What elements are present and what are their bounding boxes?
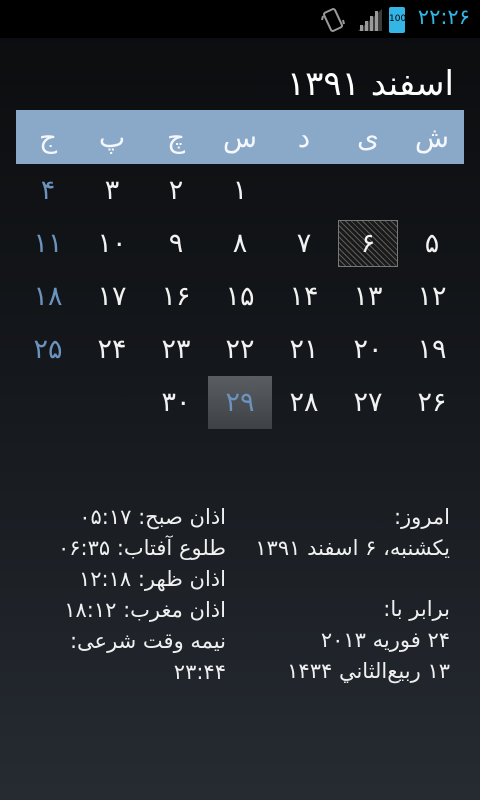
prayer-fajr: اذان صبح: ۰۵:۱۷ (79, 505, 226, 529)
day-cell[interactable]: ۲۷ (336, 376, 400, 429)
day-cell[interactable]: ۱۳ (336, 270, 400, 323)
day-cell[interactable]: ۲۲ (208, 323, 272, 376)
day-cell[interactable]: ۷ (272, 217, 336, 270)
week-row: ۵ ۶ ۷ ۸ ۹ ۱۰ ۱۱ (16, 217, 464, 270)
day-cell[interactable]: ۲۰ (336, 323, 400, 376)
weekday-sunday: ی (357, 120, 379, 154)
day-cell[interactable]: ۶ (338, 220, 398, 267)
day-cell[interactable]: ۲۶ (400, 376, 464, 429)
day-cell[interactable]: ۱۵ (208, 270, 272, 323)
day-cell[interactable]: ۳۰ (144, 376, 208, 429)
prayer-times: اذان صبح: ۰۵:۱۷ طلوع آفتاب: ۰۶:۳۵ اذان ظ… (18, 502, 226, 688)
weekday-monday: د (297, 120, 311, 154)
day-cell[interactable]: ۲۸ (272, 376, 336, 429)
prayer-dhuhr: اذان ظهر: ۱۲:۱۸ (78, 567, 226, 591)
gregorian-date: ۲۴ فوریه ۲۰۱۳ (320, 628, 450, 652)
equal-label: برابر با: (383, 597, 450, 621)
battery-level: 100 (389, 14, 407, 24)
empty-day-cell (80, 376, 144, 429)
day-cell[interactable]: ۱۰ (80, 217, 144, 270)
empty-day-cell (400, 164, 464, 217)
prayer-midnight: نیمه وقت شرعی: ۲۳:۴۴ (69, 629, 226, 684)
day-cell[interactable]: ۸ (208, 217, 272, 270)
day-cell[interactable]: ۳ (80, 164, 144, 217)
calendar-weeks: ۱ ۲ ۳ ۴ ۵ ۶ ۷ ۸ ۹ ۱۰ ۱۱ ۱۲ ۱۳ ۱۴ ۱۵ ۱۶ ۱۷ ۱۸ ۱۹ ۲۰ ۲۱ ۲۲ ۲۳ ۲۴ ۲… (16, 164, 464, 429)
battery-icon: 100 (389, 7, 407, 33)
day-cell[interactable]: ۲ (144, 164, 208, 217)
day-cell[interactable]: ۱ (208, 164, 272, 217)
week-row: ۱۲۳۴ (16, 164, 464, 217)
day-cell[interactable]: ۹ (144, 217, 208, 270)
week-row: ۱۹ ۲۰ ۲۱ ۲۲ ۲۳ ۲۴ ۲۵ (16, 323, 464, 376)
status-bar: 100 ۲۲:۲۶ (0, 0, 480, 38)
day-cell[interactable]: ۱۸ (16, 270, 80, 323)
day-cell[interactable]: ۲۴ (80, 323, 144, 376)
day-cell[interactable]: ۱۶ (144, 270, 208, 323)
day-cell[interactable]: ۱۹ (400, 323, 464, 376)
weekday-thursday: پ (98, 120, 126, 154)
today-value: یکشنبه، ۶ اسفند ۱۳۹۱ (255, 536, 450, 560)
weekday-friday: ج (38, 120, 58, 154)
month-title: اسفند ۱۳۹۱ (286, 64, 454, 104)
prayer-maghrib: اذان مغرب: ۱۸:۱۲ (64, 598, 226, 622)
empty-day-cell (336, 164, 400, 217)
vibrate-icon (321, 8, 345, 32)
hijri-date: ۱۳ ربیع‌الثاني ۱۴۳۴ (287, 659, 450, 683)
week-row: ۱۲ ۱۳ ۱۴ ۱۵ ۱۶ ۱۷ ۱۸ (16, 270, 464, 323)
weekday-tuesday: س (222, 120, 258, 154)
week-row: ۲۶ ۲۷ ۲۸ ۲۹ ۳۰ (16, 376, 464, 429)
today-label: امروز: (393, 505, 450, 529)
status-clock: ۲۲:۲۶ (417, 5, 470, 29)
signal-icon (358, 9, 382, 31)
day-cell[interactable]: ۲۳ (144, 323, 208, 376)
date-info: امروز: یکشنبه، ۶ اسفند ۱۳۹۱ برابر با: ۲۴… (255, 502, 450, 687)
prayer-sunrise: طلوع آفتاب: ۰۶:۳۵ (57, 536, 226, 560)
empty-day-cell (272, 164, 336, 217)
calendar-grid: ش ی د س چ پ ج ۱ ۲ ۳ ۴ ۵ ۶ ۷ ۸ ۹ ۱۰ ۱۱ ۱۲ ۱۳ ۱۴ ۱۵ ۱۶ ۱۷ ۱… (16, 110, 464, 429)
weekday-header: ش ی د س چ پ ج (16, 110, 464, 164)
weekday-wednesday: چ (166, 120, 186, 154)
empty-day-cell (16, 376, 80, 429)
day-cell[interactable]: ۱۷ (80, 270, 144, 323)
day-cell[interactable]: ۴ (16, 164, 80, 217)
day-cell[interactable]: ۲۱ (272, 323, 336, 376)
day-cell[interactable]: ۲۹ (208, 376, 272, 429)
day-cell[interactable]: ۲۵ (16, 323, 80, 376)
day-cell[interactable]: ۱۱ (16, 217, 80, 270)
day-cell[interactable]: ۵ (400, 217, 464, 270)
weekday-saturday: ش (414, 120, 450, 154)
day-cell[interactable]: ۱۲ (400, 270, 464, 323)
day-cell[interactable]: ۱۴ (272, 270, 336, 323)
